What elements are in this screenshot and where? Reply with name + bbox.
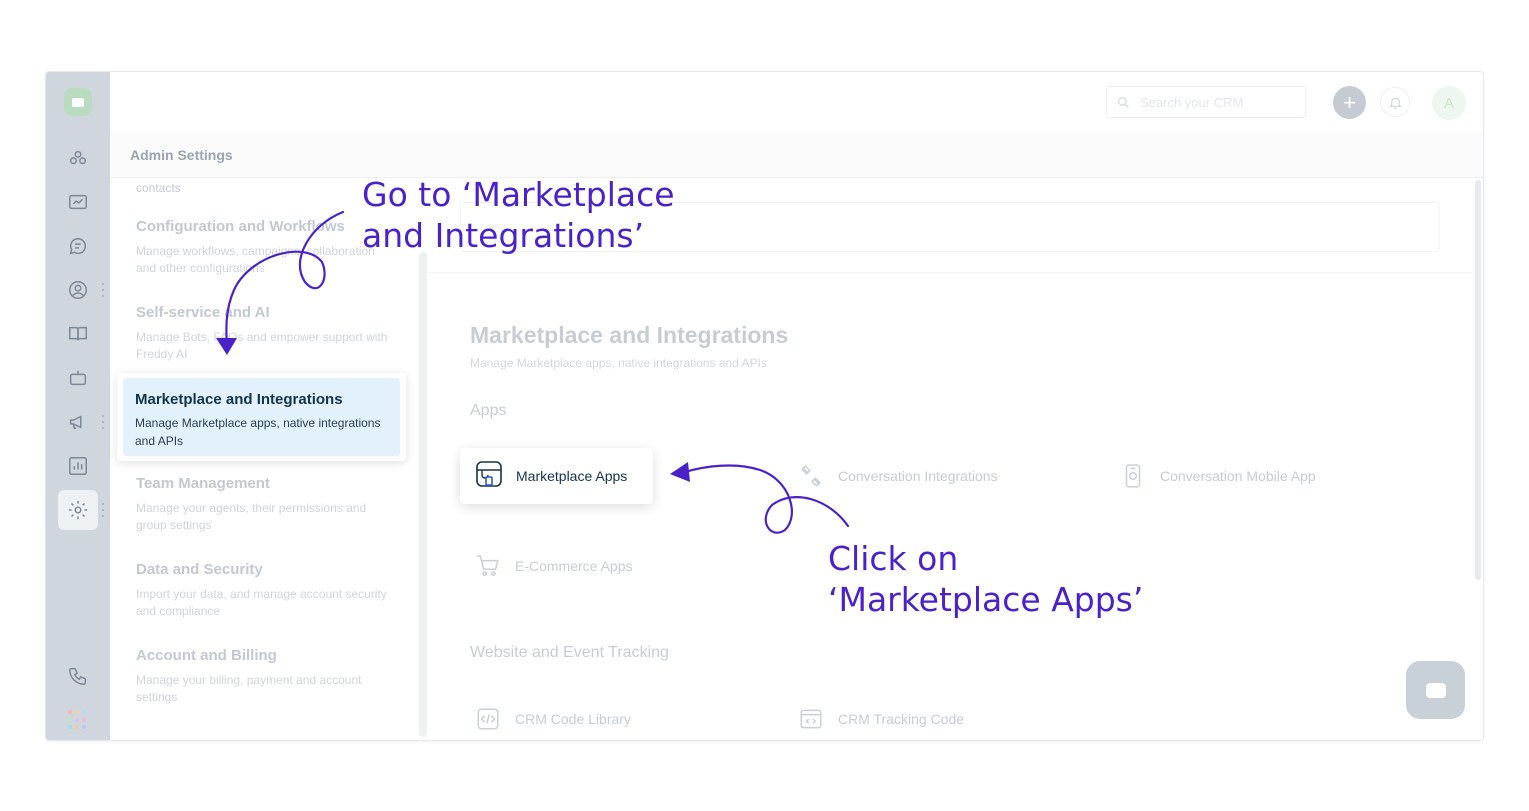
apps-group-label: Apps (470, 402, 507, 419)
menu-item-title: Configuration and Workflows (136, 218, 345, 235)
mobile-icon (1118, 461, 1148, 491)
browser-code-icon (796, 704, 826, 734)
app-item-label: Marketplace Apps (516, 468, 628, 484)
global-search-placeholder: Search your CRM (1140, 94, 1244, 110)
crm-code-library-item[interactable]: CRM Code Library (473, 704, 631, 734)
search-icon (1117, 96, 1129, 108)
dashboard-icon[interactable] (64, 144, 92, 172)
menu-item-title: Account and Billing (136, 647, 277, 664)
quick-create-button[interactable]: + (1333, 86, 1366, 119)
menu-item-team-management[interactable]: Team Management Manage your agents, thei… (136, 475, 396, 534)
rail-drag-handle-3[interactable] (102, 503, 106, 517)
app-item-label: Conversation Mobile App (1160, 468, 1316, 484)
menu-item-desc: Manage workflows, campaigns, collaborati… (136, 244, 375, 275)
app-switcher-icon[interactable] (68, 710, 88, 730)
section-title: Marketplace and Integrations (470, 322, 789, 348)
menu-item-title: Data and Security (136, 561, 263, 578)
app-logo[interactable] (64, 88, 92, 116)
rail-drag-handle-2[interactable] (102, 415, 106, 429)
menu-item-data-security[interactable]: Data and Security Import your data, and … (136, 561, 396, 620)
global-search-input[interactable]: Search your CRM (1106, 86, 1306, 118)
user-avatar[interactable]: A (1432, 86, 1466, 120)
menu-item-desc: Manage your billing, payment and account… (136, 673, 362, 704)
page-title: Admin Settings (130, 147, 233, 163)
app-item-label: E-Commerce Apps (515, 558, 633, 574)
section-subtitle: Manage Marketplace apps, native integrat… (470, 356, 767, 370)
app-item-label: CRM Tracking Code (838, 711, 965, 727)
menu-item-desc: Import your data, and manage account sec… (136, 587, 387, 618)
conversations-icon[interactable] (64, 232, 92, 260)
annotation-step-1: Go to ‘Marketplace and Integrations’ (362, 175, 675, 255)
plug-icon (796, 461, 826, 491)
customers-icon[interactable] (64, 276, 92, 304)
code-icon (473, 704, 503, 734)
bell-icon (1388, 97, 1402, 109)
menu-scrollbar[interactable] (419, 252, 427, 737)
marketplace-apps-item[interactable]: Marketplace Apps (460, 448, 653, 504)
store-icon (474, 459, 504, 494)
admin-settings-header: Admin Settings (110, 132, 1483, 178)
menu-fragment-text: contacts (136, 181, 181, 195)
phone-icon[interactable] (64, 662, 92, 690)
analytics-icon[interactable] (64, 452, 92, 480)
conversation-mobile-app-item[interactable]: Conversation Mobile App (1118, 461, 1316, 491)
settings-gear-icon[interactable] (64, 496, 92, 524)
menu-item-title: Team Management (136, 475, 270, 492)
app-item-label: CRM Code Library (515, 711, 631, 727)
menu-item-marketplace-integrations[interactable]: Marketplace and Integrations Manage Mark… (117, 373, 406, 461)
left-rail (46, 72, 110, 740)
chat-icon (1425, 682, 1446, 698)
menu-item-desc: Manage Marketplace apps, native integrat… (135, 416, 381, 448)
chat-widget-button[interactable] (1406, 661, 1465, 719)
crm-tracking-code-item[interactable]: CRM Tracking Code (796, 704, 964, 734)
rail-drag-handle-1[interactable] (102, 283, 106, 297)
bot-icon[interactable] (64, 364, 92, 392)
app-item-label: Conversation Integrations (838, 468, 998, 484)
menu-item-highlight: Marketplace and Integrations Manage Mark… (123, 378, 400, 456)
annotation-step-2: Click on ‘Marketplace Apps’ (828, 539, 1144, 619)
conversation-integrations-item[interactable]: Conversation Integrations (796, 461, 998, 491)
menu-item-account-billing[interactable]: Account and Billing Manage your billing,… (136, 647, 396, 706)
cart-icon (473, 551, 503, 581)
divider (428, 272, 1472, 273)
content-scrollbar[interactable] (1475, 180, 1481, 580)
top-bar: Search your CRM + A (110, 72, 1483, 132)
tracking-group-label: Website and Event Tracking (470, 644, 669, 661)
notifications-button[interactable] (1380, 87, 1410, 117)
menu-item-title: Marketplace and Integrations (135, 391, 343, 408)
campaigns-megaphone-icon[interactable] (64, 408, 92, 436)
menu-item-title: Self-service and AI (136, 304, 270, 321)
contacts-icon[interactable] (64, 188, 92, 216)
menu-item-self-service[interactable]: Self-service and AI Manage Bots, FAQs an… (136, 304, 396, 363)
menu-item-desc: Manage Bots, FAQs and empower support wi… (136, 330, 388, 361)
menu-item-desc: Manage your agents, their permissions an… (136, 501, 367, 532)
menu-item-configuration[interactable]: Configuration and Workflows Manage workf… (136, 218, 396, 277)
ecommerce-apps-item[interactable]: E-Commerce Apps (473, 551, 632, 581)
knowledge-base-icon[interactable] (64, 320, 92, 348)
